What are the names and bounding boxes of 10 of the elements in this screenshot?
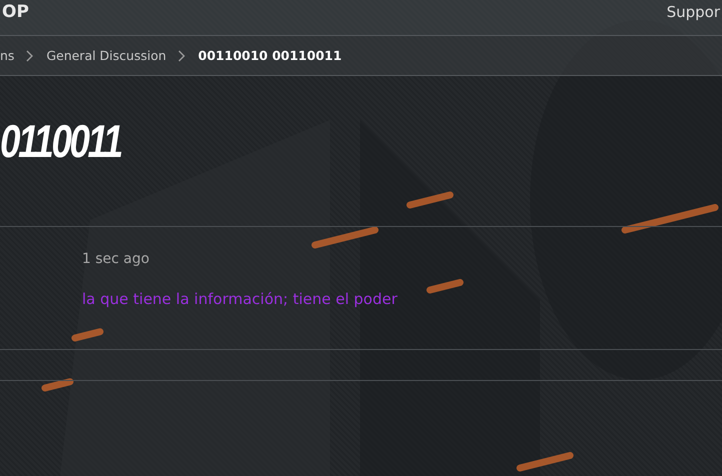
nav-link[interactable]: Suppor [666, 2, 720, 22]
chevron-icon [26, 50, 34, 62]
post-message: la que tiene la información; tiene el poder [82, 290, 398, 308]
breadcrumb-link[interactable]: ns [0, 48, 14, 63]
breadcrumb-link[interactable]: 00110010 00110011 [198, 48, 342, 63]
page-title: 0110011 [0, 118, 122, 169]
site-logo-text[interactable]: OP [2, 2, 29, 22]
chevron-icon [178, 50, 186, 62]
post-time: 1 sec ago [82, 251, 150, 267]
breadcrumb-link[interactable]: General Discussion [46, 48, 166, 63]
